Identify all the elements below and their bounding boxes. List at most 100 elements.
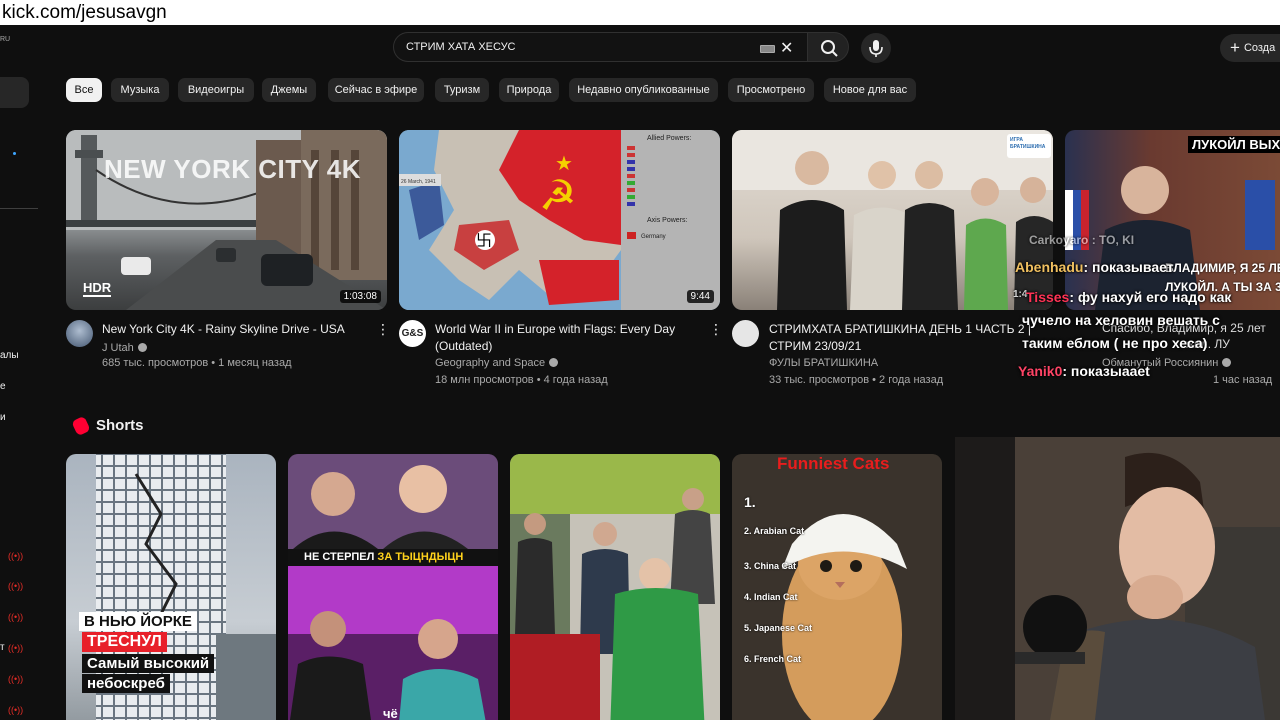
chat-message: Tisses: фу нахуй его надо как — [1026, 289, 1232, 305]
axis-legend-germany: Germany — [641, 234, 666, 240]
verified-icon — [137, 343, 147, 352]
live-icon: ((•)) — [8, 551, 24, 561]
short-list-item: 3. China Cat — [744, 561, 797, 571]
chat-message: Yanik0: показыааеt — [1018, 363, 1150, 379]
channel-avatar[interactable]: G&S — [399, 320, 426, 347]
chip-live-now[interactable]: Сейчас в эфире — [328, 78, 424, 102]
video-meta: 685 тыс. просмотров • 1 месяц назад — [102, 357, 292, 369]
live-icon: ((•)) — [8, 674, 24, 684]
live-icon: ((•)) — [8, 643, 24, 653]
thumbnail-banner: ЛУКОЙЛ ВЫХ — [1188, 136, 1280, 153]
streamer-webcam — [955, 437, 1280, 720]
video-duration: 1:03:08 — [339, 290, 381, 303]
short-caption-4: небоскреб — [82, 674, 170, 693]
chat-message: Abenhadu: показывает — [1015, 259, 1174, 275]
more-options-icon[interactable]: ⋮ — [709, 321, 723, 338]
search-query[interactable]: СТРИМ ХАТА ХЕСУС — [406, 41, 516, 53]
shorts-icon — [71, 415, 91, 437]
top-bar: RU СТРИМ ХАТА ХЕСУС ✕ + Созда — [0, 25, 1280, 71]
video-title[interactable]: New York City 4K - Rainy Skyline Drive -… — [102, 321, 370, 338]
thumbnail-caption-1: ВЛАДИМИР, Я 25 ЛЕТ — [1165, 261, 1280, 275]
chip-watched[interactable]: Просмотрено — [728, 78, 814, 102]
notification-dot — [13, 152, 16, 155]
hdr-badge: HDR — [83, 280, 112, 297]
video-thumbnail[interactable]: ИГРА БРАТИШКИНА — [732, 130, 1053, 310]
search-icon — [821, 40, 838, 57]
chip-videogames[interactable]: Видеоигры — [178, 78, 254, 102]
search-input[interactable]: СТРИМ ХАТА ХЕСУС ✕ — [393, 32, 807, 62]
sidebar-item-home[interactable] — [0, 77, 29, 108]
chip-music[interactable]: Музыка — [111, 78, 169, 102]
short-caption-1: В НЬЮ ЙОРКЕ — [79, 612, 197, 631]
corner-logo: ИГРА БРАТИШКИНА — [1007, 134, 1051, 158]
chip-nature[interactable]: Природа — [499, 78, 559, 102]
short-card[interactable]: НЕ СТЕРПЕЛ ЗА ТЫЦНДЫЦН чё — [288, 454, 498, 720]
short-caption-2: ТРЕСНУЛ — [82, 632, 167, 652]
supermarket-scene-illustration — [510, 454, 720, 720]
video-thumbnail[interactable]: 26 March, 1941 ☭ ★ 卐 Allied Powers: Axis… — [399, 130, 720, 310]
chat-message-faded: Carkoyaro : TO, KI — [1029, 233, 1135, 247]
europe-map-illustration: 26 March, 1941 ☭ ★ 卐 Allied Powers: Axis… — [399, 130, 720, 310]
short-card[interactable]: Funniest Cats 1. 2. Arabian Cat 3. China… — [732, 454, 942, 720]
chip-all[interactable]: Все — [66, 78, 102, 102]
streamers-group-illustration — [732, 130, 1053, 310]
sidebar-item-4[interactable]: т — [0, 642, 5, 653]
channel-avatar[interactable] — [732, 320, 759, 347]
sidebar-divider — [0, 208, 38, 209]
live-icon: ((•)) — [8, 612, 24, 622]
short-list-item: 4. Indian Cat — [744, 592, 798, 602]
sidebar-item-2[interactable]: е — [0, 381, 6, 392]
sidebar-item-3[interactable]: и — [0, 412, 6, 423]
short-list-item: 2. Arabian Cat — [744, 526, 805, 536]
video-meta: 18 млн просмотров • 4 года назад — [435, 374, 608, 386]
allied-legend-title: Allied Powers: — [647, 135, 691, 142]
short-caption: НЕ СТЕРПЕЛ ЗА ТЫЦНДЫЦН — [288, 549, 498, 566]
verified-icon — [549, 358, 559, 367]
short-list-item: 6. French Cat — [744, 654, 802, 664]
video-duration: 9:44 — [686, 290, 714, 303]
search-button[interactable] — [807, 32, 849, 62]
create-label: Созда — [1243, 42, 1276, 54]
stream-url-banner: kick.com/jesusavgn — [0, 0, 1280, 25]
streamer-illustration — [955, 437, 1280, 720]
chip-new-for-you[interactable]: Новое для вас — [824, 78, 916, 102]
short-list-item: 5. Japanese Cat — [744, 623, 813, 633]
voice-search-button[interactable] — [861, 33, 891, 63]
keyboard-icon[interactable] — [760, 45, 775, 53]
channel-name[interactable]: J Utah — [102, 341, 147, 355]
video-title[interactable]: World War II in Europe with Flags: Every… — [435, 321, 703, 355]
create-button[interactable]: + Созда — [1220, 34, 1280, 62]
short-card[interactable] — [510, 454, 720, 720]
chip-jams[interactable]: Джемы — [262, 78, 316, 102]
channel-name[interactable]: ФУЛЫ БРАТИШКИНА — [769, 356, 878, 370]
channel-avatar[interactable] — [66, 320, 93, 347]
short-card[interactable]: В НЬЮ ЙОРКЕ ТРЕСНУЛ Самый высокий небоск… — [66, 454, 276, 720]
verified-icon — [1222, 358, 1232, 367]
video-title[interactable]: СТРИМХАТА БРАТИШКИНА ДЕНЬ 1 ЧАСТЬ 2 | СТ… — [769, 321, 1039, 355]
region-code: RU — [0, 36, 11, 43]
streamers-short-illustration — [288, 454, 498, 720]
channel-name[interactable]: Geography and Space — [435, 356, 559, 370]
star-icon: ★ — [555, 153, 573, 175]
short-heading: Funniest Cats — [777, 454, 890, 473]
sidebar-item-channels[interactable]: алы — [0, 350, 19, 361]
short-caption-3: Самый высокий — [82, 654, 215, 673]
chat-message-continued: чучело на хеловин вешать с — [1022, 312, 1220, 328]
live-icon: ((•)) — [8, 705, 24, 715]
microphone-icon — [869, 40, 883, 57]
video-meta: 1 час назад — [1213, 374, 1273, 386]
short-subtitle: чё — [383, 706, 398, 720]
map-date-label: 26 March, 1941 — [401, 179, 436, 185]
video-thumbnail[interactable]: ЛУКОЙЛ ВЫХ ВЛАДИМИР, Я 25 ЛЕТ ЛУКОЙЛ. А … — [1065, 130, 1280, 310]
plus-icon: + — [1230, 38, 1240, 57]
chat-message-continued: таким еблом ( не про хеса) — [1022, 335, 1208, 351]
video-meta: 33 тыс. просмотров • 2 года назад — [769, 374, 944, 386]
more-options-icon[interactable]: ⋮ — [376, 321, 390, 338]
clear-search-icon[interactable]: ✕ — [780, 38, 793, 58]
chip-tourism[interactable]: Туризм — [435, 78, 489, 102]
chip-recently-uploaded[interactable]: Недавно опубликованные — [569, 78, 718, 102]
video-thumbnail[interactable]: NEW YORK CITY 4K HDR 1:03:08 — [66, 130, 387, 310]
sidebar: алы е и т ((•)) ((•)) ((•)) ((•)) ((•)) … — [0, 71, 40, 720]
shorts-heading: Shorts — [96, 417, 144, 434]
cat-illustration — [732, 454, 942, 720]
